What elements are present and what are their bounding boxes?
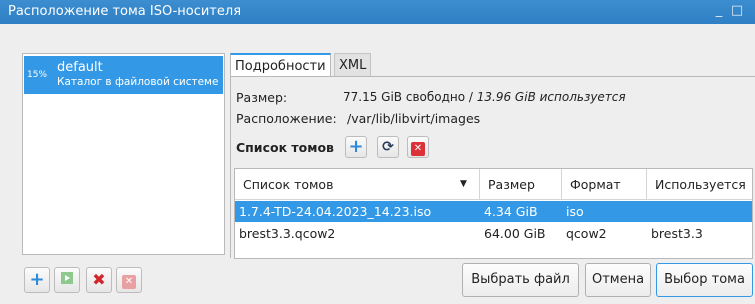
delete-icon: ✕ [411,142,425,156]
table-row[interactable]: 1.7.4-TD-24.04.2023_14.23.iso 4.34 GiB i… [235,201,752,222]
add-pool-button[interactable]: + [24,267,50,293]
delete-pool-button[interactable]: ✕ [116,267,142,293]
volume-size: 4.34 GiB [484,204,538,219]
plus-icon: + [348,136,364,157]
volume-name: brest3.3.qcow2 [239,226,336,241]
tab-details[interactable]: Подробности [230,53,331,77]
delete-icon: ✕ [122,275,136,289]
refresh-icon: ⟳ [382,139,394,155]
window-titlebar: Расположение тома ISO-носителя [0,0,755,24]
pool-name: default [57,60,103,75]
start-pool-button[interactable] [54,267,80,293]
column-header-size[interactable]: Размер [480,169,562,200]
column-header-format[interactable]: Формат [562,169,647,200]
delete-volume-button[interactable]: ✕ [407,136,429,158]
browse-local-button[interactable]: Выбрать файл [462,263,579,297]
cancel-button[interactable]: Отмена [585,263,651,297]
size-label: Размер: [236,90,288,105]
storage-pool-list[interactable]: 15% default Каталог в файловой системе [22,53,225,255]
location-label: Расположение: [236,111,337,126]
volume-name: 1.7.4-TD-24.04.2023_14.23.iso [239,204,432,219]
tab-xml[interactable]: XML [334,53,372,77]
volume-format: qcow2 [566,226,607,241]
free-space: 77.15 GiB свободно / [343,90,477,104]
column-header-name[interactable]: Список томов ▼ [235,169,480,200]
maximize-button[interactable]: □ [730,0,744,24]
pool-usage: 15% [27,70,48,80]
pool-item-default[interactable]: 15% default Каталог в файловой системе [24,56,223,94]
volume-format: iso [566,204,584,219]
stop-pool-button[interactable]: ✖ [86,267,112,293]
pool-size-value: 77.15 GiB свободно / 13.96 GiB используе… [343,90,626,104]
used-space: 13.96 GiB используется [476,90,626,104]
volume-size: 64.00 GiB [484,226,546,241]
location-value: /var/lib/libvirt/images [347,111,481,126]
window-title: Расположение тома ISO-носителя [8,4,242,19]
plus-icon: + [29,269,45,290]
column-header-used-by[interactable]: Используется [647,169,752,200]
column-name-label: Список томов [243,177,334,192]
add-volume-button[interactable]: + [345,136,367,158]
play-icon [61,272,73,284]
stop-icon: ✖ [92,270,106,289]
sort-down-icon: ▼ [460,179,467,189]
volumes-label: Список томов [236,140,334,155]
refresh-volumes-button[interactable]: ⟳ [377,136,399,158]
choose-volume-button[interactable]: Выбор тома [656,263,753,297]
pool-description: Каталог в файловой системе [57,76,219,88]
volume-table[interactable]: Список томов ▼ Размер Формат Используетс… [234,168,753,259]
minimize-button[interactable]: _ [712,0,726,24]
volume-used-by: brest3.3 [651,226,703,241]
table-row[interactable]: brest3.3.qcow2 64.00 GiB qcow2 brest3.3 [235,223,752,244]
